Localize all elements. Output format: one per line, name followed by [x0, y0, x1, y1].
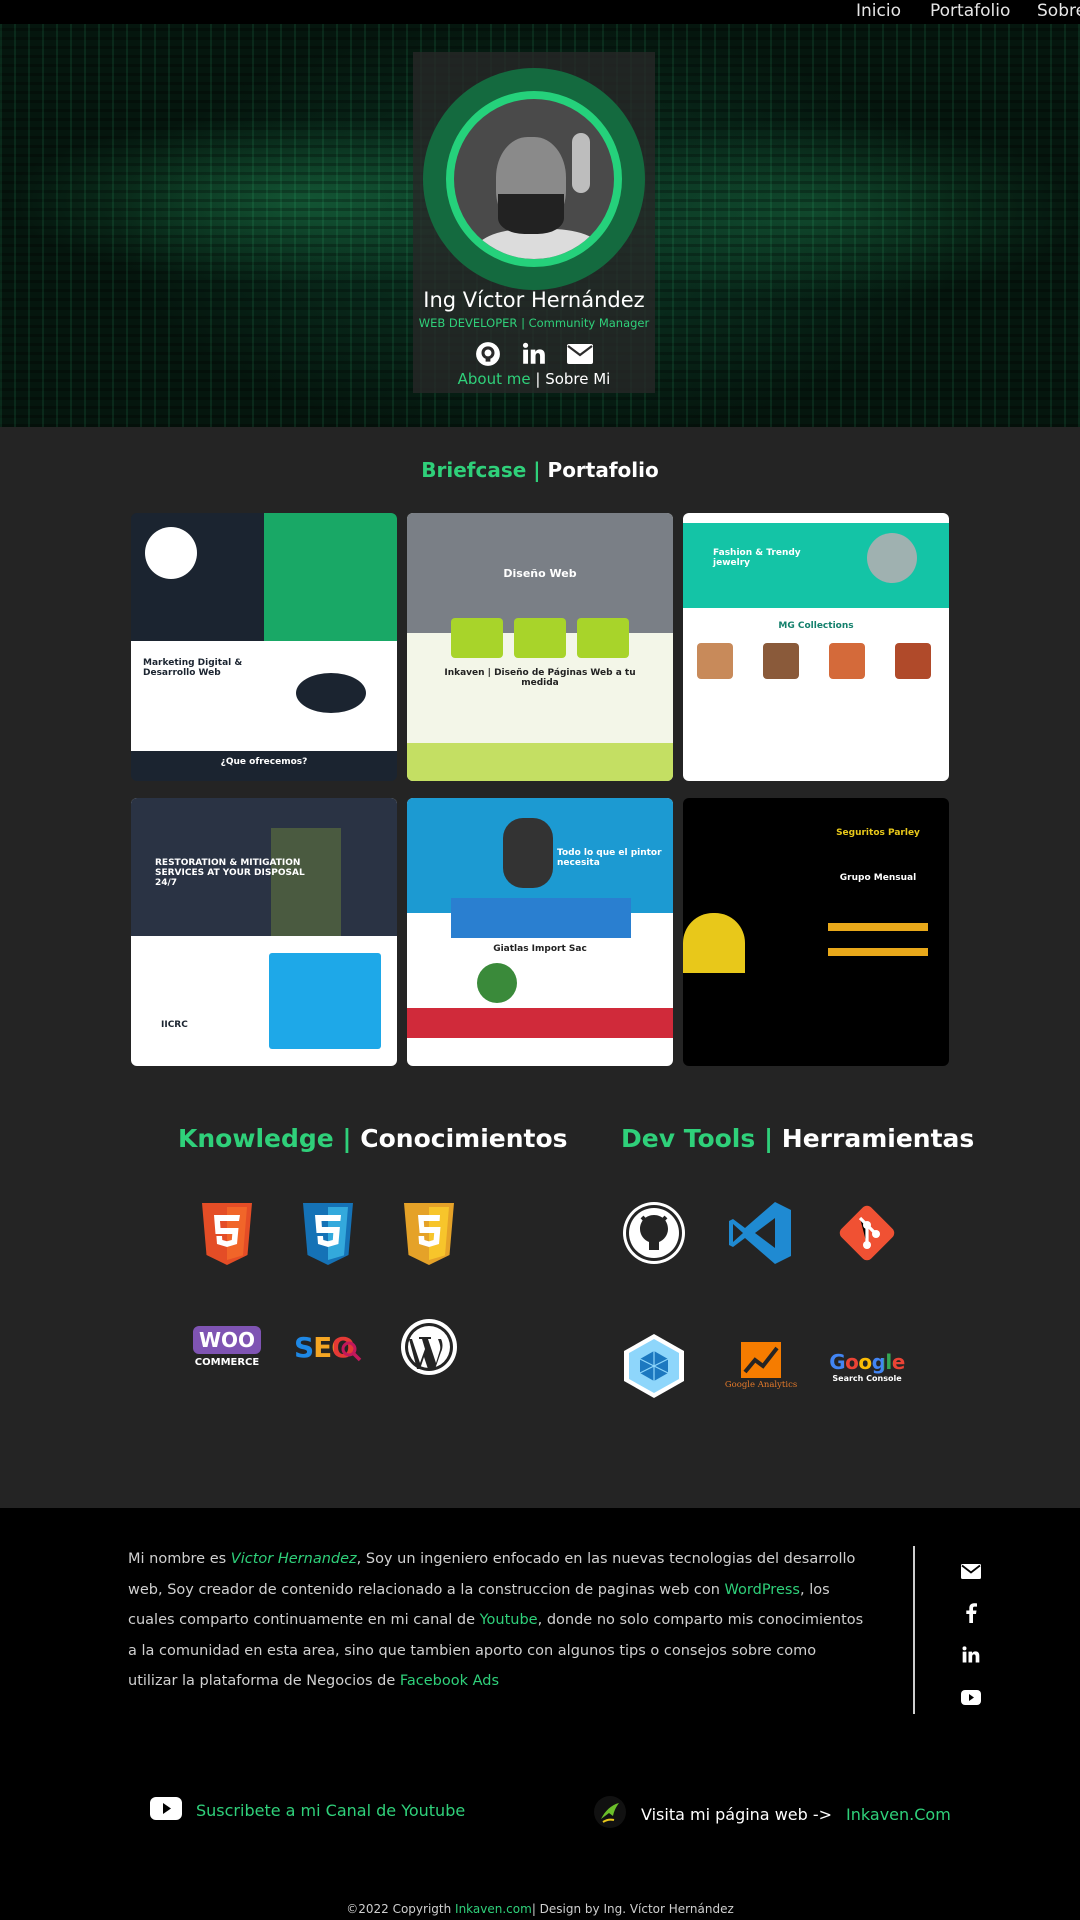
profile-social-links: [413, 340, 655, 368]
card-caption: Fashion & Trendy jewelry: [713, 548, 801, 568]
linkedin-icon[interactable]: [520, 340, 548, 368]
git-icon: [834, 1200, 900, 1266]
vscode-icon: [727, 1200, 793, 1266]
webpack-icon: [621, 1333, 687, 1399]
mail-icon[interactable]: [958, 1550, 984, 1592]
card-caption: Seguritos Parley: [836, 828, 920, 838]
youtube-cta-label: Suscribete a mi Canal de Youtube: [196, 1801, 466, 1820]
about-label-en: About me: [457, 370, 531, 388]
nav-sobre[interactable]: Sobre: [1037, 1, 1080, 21]
portfolio-title-en: Briefcase: [421, 458, 527, 482]
profile-name: Ing Víctor Hernández: [423, 288, 645, 312]
wordpress-link[interactable]: WordPress: [725, 1582, 800, 1598]
portfolio-card-marketing[interactable]: Marketing Digital & Desarrollo Web ¿Que …: [131, 513, 397, 781]
javascript-icon: [398, 1203, 460, 1265]
bio-name: Victor Hernandez: [230, 1551, 357, 1567]
google-search-console-icon: Google Search Console: [829, 1333, 905, 1399]
knowledge-title-en: Knowledge: [178, 1124, 334, 1153]
youtube-icon[interactable]: [958, 1676, 984, 1718]
knowledge-title-es: Conocimientos: [360, 1124, 568, 1153]
portfolio-title-sep: |: [526, 458, 548, 482]
google-analytics-icon: Google Analytics: [725, 1333, 797, 1399]
card-subcaption: ¿Que ofrecemos?: [220, 757, 308, 767]
devtools-title-es: Herramientas: [781, 1124, 975, 1153]
portfolio-card-giatlas[interactable]: Todo lo que el pintor necesita Giatlas I…: [407, 798, 673, 1066]
card-subcaption: Giatlas Import Sac: [493, 944, 587, 954]
copyright: ©2022 Copyrigth Inkaven.com| Design by I…: [0, 1902, 1080, 1916]
ga-text: Google Analytics: [724, 1380, 798, 1390]
avatar: [446, 91, 622, 267]
about-separator: |: [530, 370, 546, 388]
inkaven-logo-icon: [593, 1795, 627, 1833]
bio-paragraph: Mi nombre es Victor Hernandez, Soy un in…: [128, 1544, 868, 1697]
mail-icon[interactable]: [566, 340, 594, 368]
devtools-title: Dev Tools | Herramientas: [621, 1124, 974, 1153]
portfolio-card-mg-collections[interactable]: Fashion & Trendy jewelry MG Collections: [683, 513, 949, 781]
commerce-text: COMMERCE: [194, 1357, 260, 1368]
facebook-ads-link[interactable]: Facebook Ads: [400, 1673, 499, 1689]
portfolio-title-es: Portafolio: [547, 458, 659, 482]
about-label-es: Sobre Mi: [545, 370, 611, 388]
card-caption: Todo lo que el pintor necesita: [557, 848, 662, 868]
knowledge-title: Knowledge | Conocimientos: [178, 1124, 568, 1153]
portfolio-card-seguritos[interactable]: Seguritos Parley Grupo Mensual: [683, 798, 949, 1066]
website-link[interactable]: Visita mi página web -> Inkaven.Com: [593, 1795, 951, 1833]
footer-divider: [913, 1546, 915, 1714]
facebook-icon[interactable]: [958, 1592, 984, 1634]
about-link[interactable]: About me | Sobre Mi: [413, 370, 655, 388]
web-cta-domain[interactable]: Inkaven.Com: [846, 1805, 951, 1824]
copyright-credit: | Design by Ing. Víctor Hernández: [531, 1902, 734, 1916]
youtube-link[interactable]: Youtube: [480, 1612, 538, 1628]
youtube-icon: [150, 1797, 182, 1824]
wordpress-icon: [398, 1316, 460, 1378]
seo-icon: SEO: [290, 1316, 366, 1378]
web-cta-label: Visita mi página web ->: [641, 1804, 833, 1824]
portfolio-card-inkaven[interactable]: Diseño Web Inkaven | Diseño de Páginas W…: [407, 513, 673, 781]
nav-inicio[interactable]: Inicio: [856, 1, 901, 21]
card-subcaption: Grupo Mensual: [839, 873, 917, 883]
knowledge-title-sep: |: [333, 1124, 361, 1153]
card-caption: Marketing Digital & Desarrollo Web: [143, 658, 243, 678]
copyright-link[interactable]: Inkaven.com: [455, 1902, 532, 1916]
youtube-subscribe-link[interactable]: Suscribete a mi Canal de Youtube: [150, 1797, 465, 1824]
bio-text: Mi nombre es: [128, 1551, 231, 1567]
woocommerce-icon: WOO COMMERCE: [192, 1316, 262, 1378]
profile-role: WEB DEVELOPER | Community Manager: [418, 316, 650, 330]
woo-text: WOO: [192, 1326, 262, 1354]
portfolio-title: Briefcase | Portafolio: [0, 458, 1080, 482]
github-icon[interactable]: [474, 340, 502, 368]
devtools-title-sep: |: [755, 1124, 782, 1153]
top-nav: Inicio Portafolio Sobre: [0, 0, 1080, 24]
github-tool-icon: [621, 1200, 687, 1266]
card-subcaption: IICRC: [161, 1020, 188, 1030]
copyright-text: ©2022 Copyrigth: [346, 1902, 456, 1916]
card-caption: Diseño Web: [503, 567, 577, 580]
devtools-title-en: Dev Tools: [621, 1124, 756, 1153]
avatar-ring: [423, 68, 645, 290]
portfolio-card-restoration[interactable]: RESTORATION & MITIGATION SERVICES AT YOU…: [131, 798, 397, 1066]
footer-social-icons: [958, 1550, 984, 1718]
card-subcaption: Inkaven | Diseño de Páginas Web a tu med…: [444, 668, 636, 688]
hero-banner: Ing Víctor Hernández WEB DEVELOPER | Com…: [0, 0, 1080, 427]
html5-icon: [196, 1203, 258, 1265]
card-caption: RESTORATION & MITIGATION SERVICES AT YOU…: [155, 858, 305, 888]
css3-icon: [297, 1203, 359, 1265]
profile-card: Ing Víctor Hernández WEB DEVELOPER | Com…: [413, 52, 655, 393]
google-text: Google: [829, 1349, 905, 1374]
linkedin-icon[interactable]: [958, 1634, 984, 1676]
gsc-text: Search Console: [832, 1373, 902, 1383]
nav-portafolio[interactable]: Portafolio: [930, 1, 1010, 21]
card-subcaption: MG Collections: [778, 621, 854, 631]
